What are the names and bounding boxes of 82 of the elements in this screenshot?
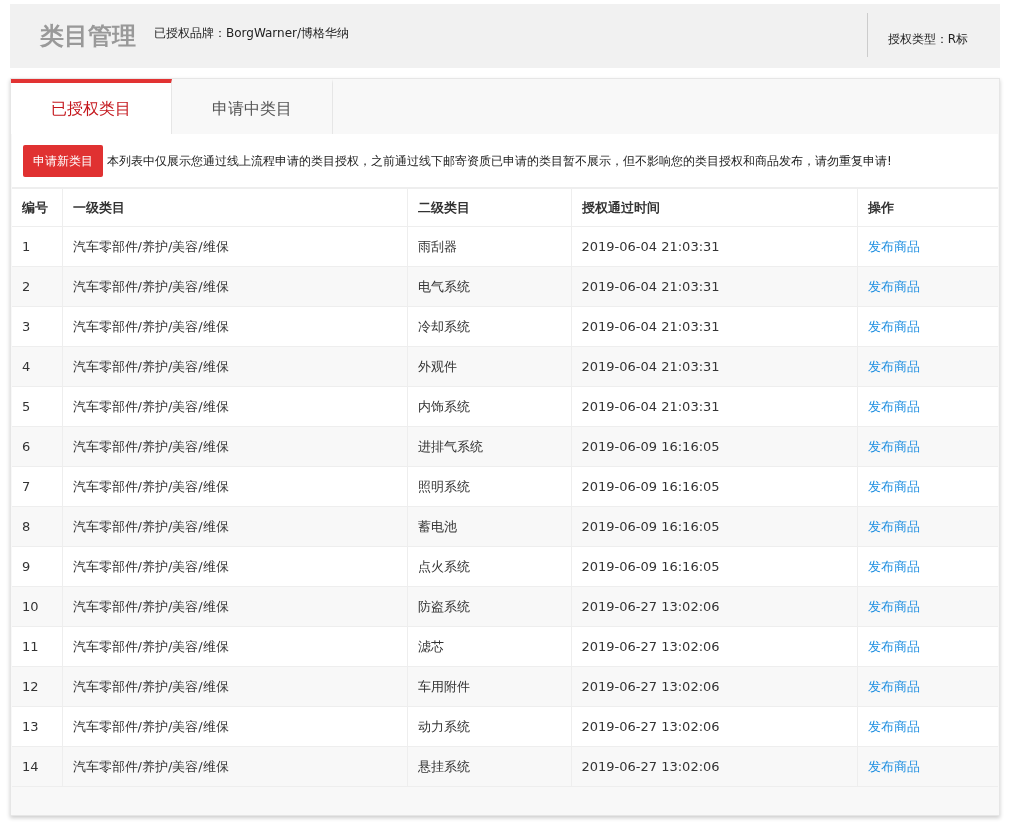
table-cell: 汽车零部件/养护/美容/维保 (62, 306, 407, 347)
table-cell: 汽车零部件/养护/美容/维保 (62, 746, 407, 787)
publish-link[interactable]: 发布商品 (867, 438, 920, 454)
column-header: 操作 (857, 188, 998, 227)
category-tab[interactable]: 已授权类目 (11, 79, 172, 134)
publish-link[interactable]: 发布商品 (867, 238, 920, 254)
table-cell: 2019-06-04 21:03:31 (571, 346, 857, 387)
table-cell: 7 (12, 466, 62, 507)
table-cell: 13 (12, 706, 62, 747)
table-cell: 14 (12, 746, 62, 787)
table-cell: 2019-06-04 21:03:31 (571, 386, 857, 427)
table-cell: 2019-06-04 21:03:31 (571, 226, 857, 267)
table-cell: 汽车零部件/养护/美容/维保 (62, 466, 407, 507)
table-cell: 汽车零部件/养护/美容/维保 (62, 226, 407, 267)
table-cell: 5 (12, 386, 62, 427)
table-cell: 10 (12, 586, 62, 627)
column-header: 编号 (12, 188, 62, 227)
table-cell: 汽车零部件/养护/美容/维保 (62, 546, 407, 587)
table-cell: 2019-06-09 16:16:05 (571, 466, 857, 507)
column-header: 二级类目 (407, 188, 571, 227)
table-cell: 2019-06-04 21:03:31 (571, 266, 857, 307)
column-header: 授权通过时间 (571, 188, 857, 227)
table-cell: 2 (12, 266, 62, 307)
table-cell: 照明系统 (407, 466, 571, 507)
publish-link[interactable]: 发布商品 (867, 398, 920, 414)
table-cell: 2019-06-27 13:02:06 (571, 586, 857, 627)
table-cell: 2019-06-09 16:16:05 (571, 506, 857, 547)
table-cell: 2019-06-04 21:03:31 (571, 306, 857, 347)
table-cell: 2019-06-09 16:16:05 (571, 546, 857, 587)
table-cell: 滤芯 (407, 626, 571, 667)
table-cell: 汽车零部件/养护/美容/维保 (62, 426, 407, 467)
table-cell: 蓄电池 (407, 506, 571, 547)
table-cell: 汽车零部件/养护/美容/维保 (62, 586, 407, 627)
publish-link[interactable]: 发布商品 (867, 598, 920, 614)
publish-link[interactable]: 发布商品 (867, 678, 920, 694)
publish-link[interactable]: 发布商品 (867, 638, 920, 654)
table-cell: 防盗系统 (407, 586, 571, 627)
table-cell: 动力系统 (407, 706, 571, 747)
publish-link[interactable]: 发布商品 (867, 478, 920, 494)
table-cell: 汽车零部件/养护/美容/维保 (62, 266, 407, 307)
publish-link[interactable]: 发布商品 (867, 718, 920, 734)
table-cell: 汽车零部件/养护/美容/维保 (62, 506, 407, 547)
table-cell: 9 (12, 546, 62, 587)
table-cell: 2019-06-27 13:02:06 (571, 706, 857, 747)
table-cell: 冷却系统 (407, 306, 571, 347)
table-cell: 汽车零部件/养护/美容/维保 (62, 706, 407, 747)
table-cell: 11 (12, 626, 62, 667)
publish-link[interactable]: 发布商品 (867, 358, 920, 374)
table-cell: 进排气系统 (407, 426, 571, 467)
publish-link[interactable]: 发布商品 (867, 318, 920, 334)
table-cell: 悬挂系统 (407, 746, 571, 787)
table-cell: 汽车零部件/养护/美容/维保 (62, 346, 407, 387)
table-cell: 内饰系统 (407, 386, 571, 427)
auth-type-label: 授权类型：R标 (866, 13, 1000, 57)
table-cell: 雨刮器 (407, 226, 571, 267)
table-cell: 汽车零部件/养护/美容/维保 (62, 666, 407, 707)
table-cell: 12 (12, 666, 62, 707)
table-cell: 点火系统 (407, 546, 571, 587)
publish-link[interactable]: 发布商品 (867, 278, 920, 294)
table-cell: 车用附件 (407, 666, 571, 707)
table-cell: 8 (12, 506, 62, 547)
column-header: 一级类目 (62, 188, 407, 227)
table-cell: 4 (12, 346, 62, 387)
table-cell: 外观件 (407, 346, 571, 387)
notice-text: 本列表中仅展示您通过线上流程申请的类目授权，之前通过线下邮寄资质已申请的类目暂不展示，但不影响您的类目授权和商品发布，请勿重复申请! (107, 152, 892, 170)
table-cell: 2019-06-27 13:02:06 (571, 626, 857, 667)
table-cell: 汽车零部件/养护/美容/维保 (62, 386, 407, 427)
table-cell: 汽车零部件/养护/美容/维保 (62, 626, 407, 667)
publish-link[interactable]: 发布商品 (867, 558, 920, 574)
table-cell: 3 (12, 306, 62, 347)
page-title: 类目管理 (40, 21, 136, 52)
table-cell: 6 (12, 426, 62, 467)
table-cell: 2019-06-27 13:02:06 (571, 746, 857, 787)
apply-category-button[interactable]: 申请新类目 (23, 144, 103, 177)
table-cell: 2019-06-27 13:02:06 (571, 666, 857, 707)
publish-link[interactable]: 发布商品 (867, 518, 920, 534)
publish-link[interactable]: 发布商品 (867, 758, 920, 774)
table-cell: 电气系统 (407, 266, 571, 307)
table-cell: 1 (12, 226, 62, 267)
brand-label: 已授权品牌：BorgWarner/博格华纳 (154, 25, 350, 42)
category-tab[interactable]: 申请中类目 (172, 79, 333, 134)
table-cell: 2019-06-09 16:16:05 (571, 426, 857, 467)
